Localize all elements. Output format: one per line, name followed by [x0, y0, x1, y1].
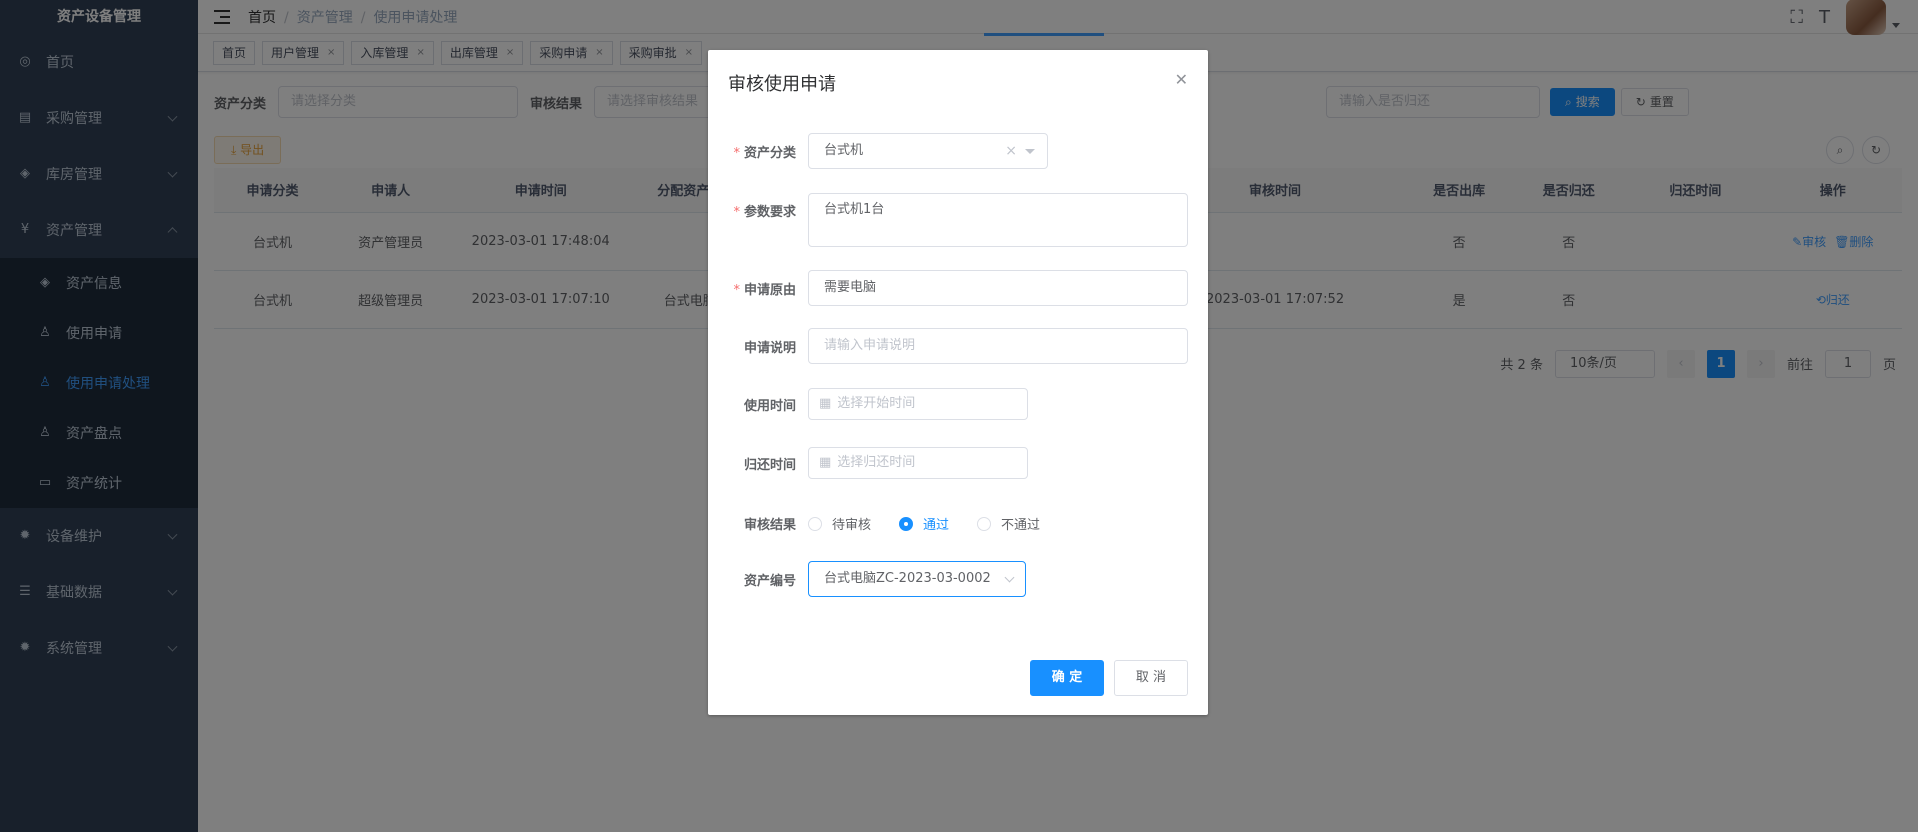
form-label: 资产编号	[743, 573, 796, 589]
form-label: 审核结果	[743, 518, 796, 533]
form-item-params: * 参数要求 台式机1台	[708, 193, 1208, 247]
asset-no-select[interactable]: 台式电脑ZC-2023-03-0002	[808, 561, 1026, 597]
radio-approved[interactable]: 通过	[899, 514, 949, 533]
category-select[interactable]: 台式机 ×	[808, 133, 1048, 169]
close-icon[interactable]: ✕	[1175, 70, 1188, 89]
form-item-return-time: 归还时间 ▦ 选择归还时间	[708, 447, 1208, 479]
chevron-down-icon	[1004, 572, 1015, 583]
dialog-title: 审核使用申请	[728, 74, 836, 95]
form-item-desc: 申请说明 请输入申请说明	[708, 328, 1208, 364]
radio-rejected[interactable]: 不通过	[977, 514, 1040, 533]
use-time-picker[interactable]: ▦ 选择开始时间	[808, 388, 1028, 420]
form-label: 使用时间	[743, 398, 796, 414]
calendar-icon: ▦	[819, 455, 832, 470]
confirm-button[interactable]: 确 定	[1030, 660, 1104, 696]
form-item-use-time: 使用时间 ▦ 选择开始时间	[708, 388, 1208, 420]
form-item-result: 审核结果 待审核 通过 不通过	[708, 514, 1208, 533]
form-label: 归还时间	[743, 457, 796, 473]
form-item-reason: * 申请原由 需要电脑	[708, 270, 1208, 306]
form-label: * 申请原由	[733, 282, 796, 298]
caret-down-icon	[1025, 149, 1035, 154]
audit-dialog: 审核使用申请 ✕ * 资产分类 台式机 × * 参数要求 台式机1台 * 申请原由 需…	[708, 50, 1208, 715]
form-label: * 参数要求	[733, 205, 796, 220]
return-time-picker[interactable]: ▦ 选择归还时间	[808, 447, 1028, 479]
form-label: 申请说明	[743, 340, 796, 356]
radio-pending[interactable]: 待审核	[808, 514, 871, 533]
desc-input[interactable]: 请输入申请说明	[808, 328, 1188, 364]
clear-icon[interactable]: ×	[1005, 134, 1017, 168]
params-textarea[interactable]: 台式机1台	[808, 193, 1188, 247]
cancel-button[interactable]: 取 消	[1114, 660, 1188, 696]
form-item-category: * 资产分类 台式机 ×	[708, 133, 1208, 169]
form-item-asset-no: 资产编号 台式电脑ZC-2023-03-0002	[708, 561, 1208, 597]
calendar-icon: ▦	[819, 396, 832, 411]
dialog-header: 审核使用申请 ✕	[708, 50, 1208, 114]
reason-input[interactable]: 需要电脑	[808, 270, 1188, 306]
form-label: * 资产分类	[733, 145, 796, 161]
